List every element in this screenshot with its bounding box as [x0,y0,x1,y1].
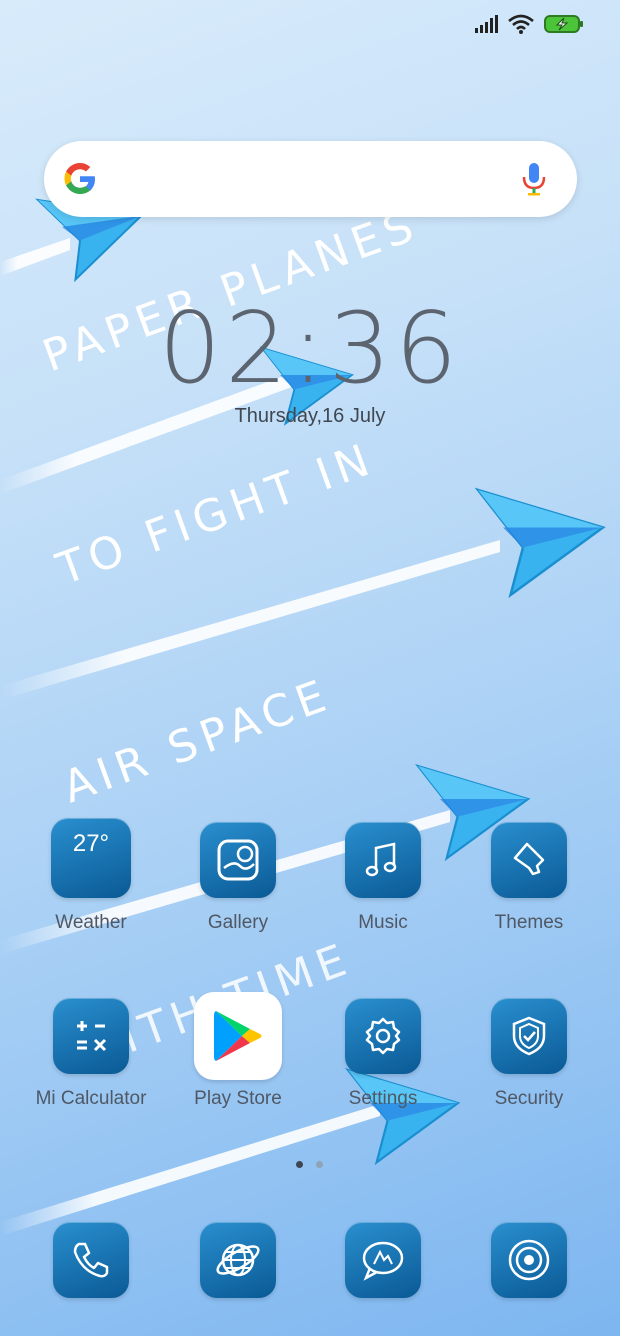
music-icon [345,822,421,898]
weather-icon: 27° [51,818,131,898]
play-store-icon [194,992,282,1080]
app-label: Weather [55,912,127,933]
page-dot-active [296,1161,303,1168]
google-search-bar[interactable] [44,141,577,217]
app-music[interactable]: Music [310,822,456,934]
contrail [0,238,70,276]
themes-icon [491,822,567,898]
dock-messages[interactable] [310,1222,456,1298]
app-mi-calculator[interactable]: Mi Calculator [18,998,164,1110]
battery-charging-icon [544,15,583,33]
app-label: Themes [494,912,564,933]
mic-icon[interactable] [521,161,547,197]
app-label: Music [358,912,408,933]
weather-temp: 27° [72,830,110,857]
wifi-icon [508,14,534,34]
dock-browser[interactable] [165,1222,311,1298]
page-dot [316,1161,323,1168]
dock-camera[interactable] [456,1222,602,1298]
dock-phone[interactable] [18,1222,164,1298]
phone-icon [53,1222,129,1298]
app-security[interactable]: Security [456,998,602,1110]
contrail [0,1104,380,1236]
clock-date[interactable]: Thursday,16 July [0,405,620,428]
signal-icon [475,15,498,33]
app-label: Play Store [194,1088,282,1109]
messages-icon [345,1222,421,1298]
page-indicator[interactable] [296,1161,323,1168]
app-label: Settings [348,1088,418,1109]
app-weather[interactable]: 27° Weather [18,818,164,934]
shield-icon [491,998,567,1074]
app-themes[interactable]: Themes [456,822,602,934]
gear-icon [345,998,421,1074]
app-play-store[interactable]: Play Store [165,992,311,1110]
calculator-icon [53,998,129,1074]
wallpaper-text: AIR SPACE [56,669,338,813]
app-label: Gallery [207,912,269,933]
app-gallery[interactable]: Gallery [165,822,311,934]
browser-icon [200,1222,276,1298]
status-bar [474,14,584,34]
google-icon [64,163,95,194]
app-settings[interactable]: Settings [310,998,456,1110]
app-label: Mi Calculator [35,1088,147,1109]
app-label: Security [494,1088,564,1109]
camera-icon [491,1222,567,1298]
gallery-icon [200,822,276,898]
clock-time[interactable]: 02:36 [0,292,620,406]
